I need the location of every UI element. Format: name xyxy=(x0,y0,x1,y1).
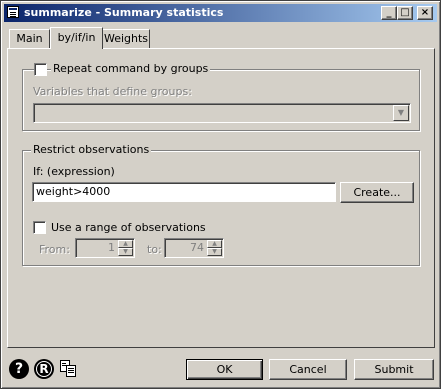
submit-button[interactable]: Submit xyxy=(354,359,434,380)
spin-up-icon[interactable]: ▲ xyxy=(207,240,222,248)
tab-main[interactable]: Main xyxy=(9,29,50,48)
group-variables-combobox[interactable]: ▼ xyxy=(33,103,411,123)
range-from-spin-buttons[interactable]: ▲ ▼ xyxy=(118,240,133,256)
range-to-spinner[interactable]: 74 ▲ ▼ xyxy=(164,238,224,258)
help-icon[interactable]: ? xyxy=(9,359,29,379)
copy-command-icon[interactable] xyxy=(59,359,79,379)
range-to-value: 74 xyxy=(190,241,204,254)
reset-icon[interactable]: R xyxy=(34,359,54,379)
dialog-window: summarize - Summary statistics _ □ × Mai… xyxy=(0,0,441,389)
app-icon[interactable] xyxy=(7,6,19,18)
spin-down-icon[interactable]: ▼ xyxy=(118,248,133,256)
title-bar[interactable]: summarize - Summary statistics _ □ × xyxy=(4,4,437,22)
chevron-down-icon[interactable]: ▼ xyxy=(393,105,409,121)
minimize-button[interactable]: _ xyxy=(381,6,397,20)
copy-page-front-icon xyxy=(66,365,76,377)
tab-weights[interactable]: Weights xyxy=(102,29,150,48)
range-from-value: 1 xyxy=(108,241,115,254)
if-expression-input[interactable]: weight>4000 xyxy=(32,182,336,202)
range-from-spinner[interactable]: 1 ▲ ▼ xyxy=(75,238,135,258)
spin-up-icon[interactable]: ▲ xyxy=(118,240,133,248)
range-to-spin-buttons[interactable]: ▲ ▼ xyxy=(207,240,222,256)
range-to-label: to: xyxy=(147,243,162,256)
tab-by-if-in[interactable]: by/if/in xyxy=(50,27,103,49)
repeat-by-groups-label: Repeat command by groups xyxy=(51,62,211,75)
create-button[interactable]: Create... xyxy=(340,182,414,203)
group-variables-label: Variables that define groups: xyxy=(33,85,192,98)
by-groups-box: Repeat command by groups Variables that … xyxy=(22,62,420,131)
cancel-button[interactable]: Cancel xyxy=(269,359,347,380)
repeat-by-groups-checkbox[interactable] xyxy=(34,63,47,76)
if-expression-label: If: (expression) xyxy=(33,165,115,178)
close-button[interactable]: × xyxy=(417,6,433,20)
restrict-observations-title: Restrict observations xyxy=(31,143,152,156)
range-from-label: From: xyxy=(39,243,70,256)
window-title: summarize - Summary statistics xyxy=(24,6,224,19)
use-range-checkbox[interactable] xyxy=(33,221,46,234)
restrict-observations-box: Restrict observations If: (expression) w… xyxy=(22,143,420,266)
spin-down-icon[interactable]: ▼ xyxy=(207,248,222,256)
tab-panel: Repeat command by groups Variables that … xyxy=(7,48,435,348)
maximize-button[interactable]: □ xyxy=(397,6,413,20)
ok-button[interactable]: OK xyxy=(186,359,263,380)
use-range-label: Use a range of observations xyxy=(51,221,206,234)
